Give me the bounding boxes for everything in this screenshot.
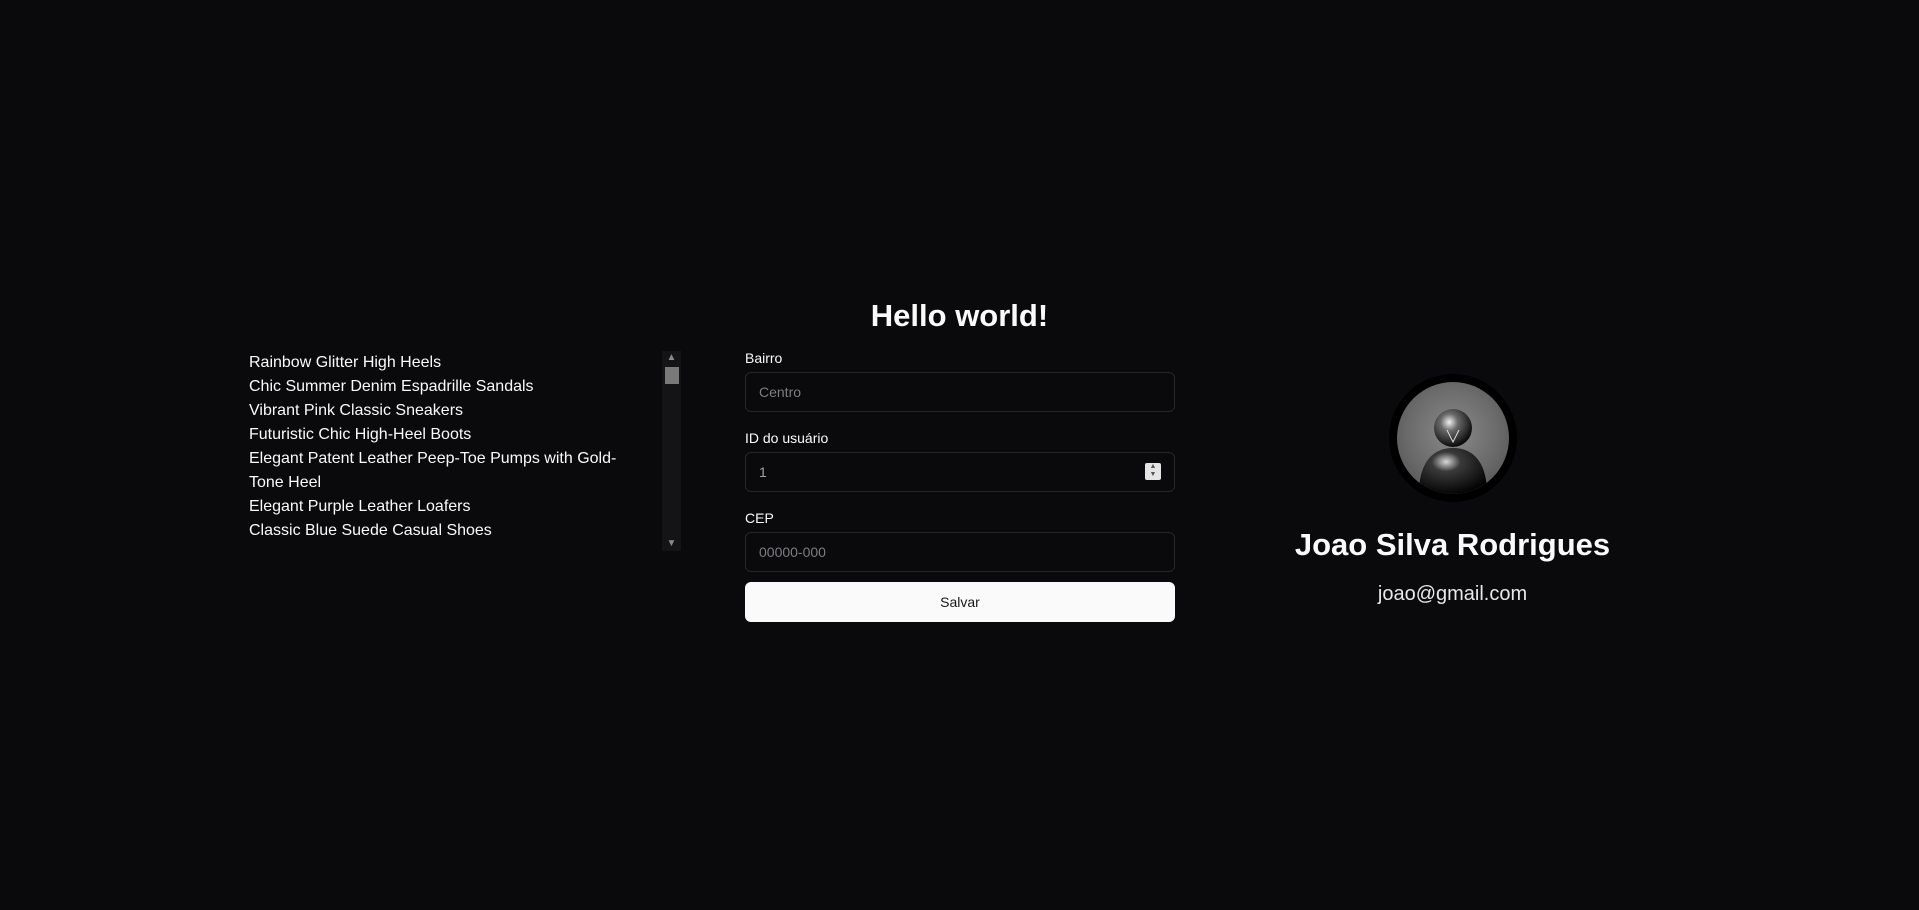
stepper-down-icon[interactable]: ▼ xyxy=(1145,471,1161,479)
product-list-scrollbar[interactable]: ▲ ▼ xyxy=(662,351,681,551)
list-item: Vibrant Pink Classic Sneakers xyxy=(249,402,464,419)
profile-name: Joao Silva Rodrigues xyxy=(1294,527,1611,562)
list-item: Elegant Patent Leather Peep-Toe Pumps wi… xyxy=(249,450,617,491)
list-item: Classic Blue Suede Casual Shoes xyxy=(249,522,492,539)
number-stepper[interactable]: ▲ ▼ xyxy=(1145,463,1161,480)
list-item: Rainbow Glitter High Heels xyxy=(249,354,442,371)
scroll-down-icon[interactable]: ▼ xyxy=(662,537,681,551)
product-list: Rainbow Glitter High Heels Chic Summer D… xyxy=(249,351,649,543)
save-button[interactable]: Salvar xyxy=(745,582,1175,622)
user-id-field-box: ▲ ▼ xyxy=(745,452,1175,492)
user-id-label: ID do usuário xyxy=(745,430,829,446)
cep-field-box xyxy=(745,532,1175,572)
cep-label: CEP xyxy=(745,510,774,526)
avatar xyxy=(1388,374,1517,502)
stepper-up-icon[interactable]: ▲ xyxy=(1145,463,1161,471)
address-form: Bairro ID do usuário ▲ ▼ CEP Salvar xyxy=(745,350,1175,622)
scroll-thumb[interactable] xyxy=(665,367,679,384)
scroll-up-icon[interactable]: ▲ xyxy=(662,351,681,365)
profile-email: joao@gmail.com xyxy=(1377,583,1528,605)
bairro-label: Bairro xyxy=(745,350,783,366)
cep-input[interactable] xyxy=(746,533,1174,571)
profile-card: Joao Silva Rodrigues joao@gmail.com xyxy=(1240,374,1665,607)
product-list-container[interactable]: Rainbow Glitter High Heels Chic Summer D… xyxy=(249,351,681,551)
list-item: Chic Summer Denim Espadrille Sandals xyxy=(249,378,534,395)
user-id-input[interactable] xyxy=(746,453,1174,491)
user-avatar-icon xyxy=(1396,382,1509,494)
list-item: Futuristic Chic High-Heel Boots xyxy=(249,426,472,443)
bairro-input[interactable] xyxy=(746,373,1174,411)
bairro-field-box xyxy=(745,372,1175,412)
page-title: Hello world! xyxy=(870,298,1049,333)
list-item: Elegant Purple Leather Loafers xyxy=(249,498,471,515)
